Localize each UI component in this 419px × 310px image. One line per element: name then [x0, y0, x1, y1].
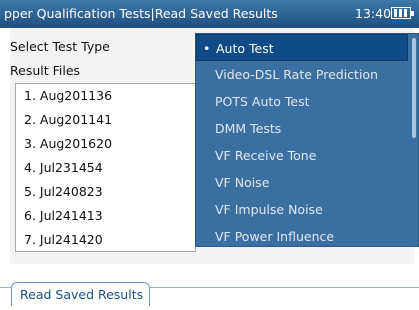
option-label: Video-DSL Rate Prediction	[215, 67, 378, 82]
list-item[interactable]: 6. Jul241413	[16, 204, 195, 228]
list-item[interactable]: 2. Aug201141	[16, 108, 195, 132]
option-label: VF Receive Tone	[215, 148, 317, 163]
list-item[interactable]: 3. Aug201620	[16, 132, 195, 156]
dropdown-option-pots-auto-test[interactable]: POTS Auto Test	[196, 88, 408, 115]
option-label: VF Power Influence	[215, 229, 335, 244]
window-title: pper Qualification Tests|Read Saved Resu…	[4, 6, 278, 21]
dropdown-option-vf-impulse-noise[interactable]: VF Impulse Noise	[196, 196, 408, 223]
battery-icon	[391, 7, 414, 19]
list-item[interactable]: 5. Jul240823	[16, 180, 195, 204]
option-label: VF Impulse Noise	[215, 202, 323, 217]
dropdown-option-vf-receive-tone[interactable]: VF Receive Tone	[196, 142, 408, 169]
option-label: DMM Tests	[215, 121, 282, 136]
dropdown-option-vf-power-influence[interactable]: VF Power Influence	[196, 223, 408, 246]
list-item[interactable]: 1. Aug201136	[16, 84, 195, 108]
result-files-list[interactable]: 1. Aug201136 2. Aug201141 3. Aug201620 4…	[15, 83, 196, 252]
list-item[interactable]: 4. Jul231454	[16, 156, 195, 180]
dropdown-option-vf-noise[interactable]: VF Noise	[196, 169, 408, 196]
result-files-label: Result Files	[10, 63, 81, 78]
option-label: POTS Auto Test	[215, 94, 310, 109]
dropdown-option-auto-test[interactable]: • Auto Test	[196, 34, 408, 61]
dropdown-option-dmm-tests[interactable]: DMM Tests	[196, 115, 408, 142]
dropdown-option-video-dsl[interactable]: Video-DSL Rate Prediction	[196, 61, 408, 88]
option-label: Auto Test	[216, 41, 274, 56]
dropdown-scrollbar[interactable]	[412, 38, 416, 138]
option-label: VF Noise	[215, 175, 270, 190]
selected-bullet-icon: •	[203, 41, 211, 56]
tab-read-saved-results[interactable]: Read Saved Results	[11, 282, 150, 306]
select-test-type-label: Select Test Type	[10, 39, 110, 54]
test-type-dropdown[interactable]: • Auto Test Video-DSL Rate Prediction PO…	[195, 33, 419, 247]
list-item[interactable]: 7. Jul241420	[16, 228, 195, 251]
clock: 13:40	[355, 6, 392, 21]
title-bar: pper Qualification Tests|Read Saved Resu…	[0, 0, 419, 28]
